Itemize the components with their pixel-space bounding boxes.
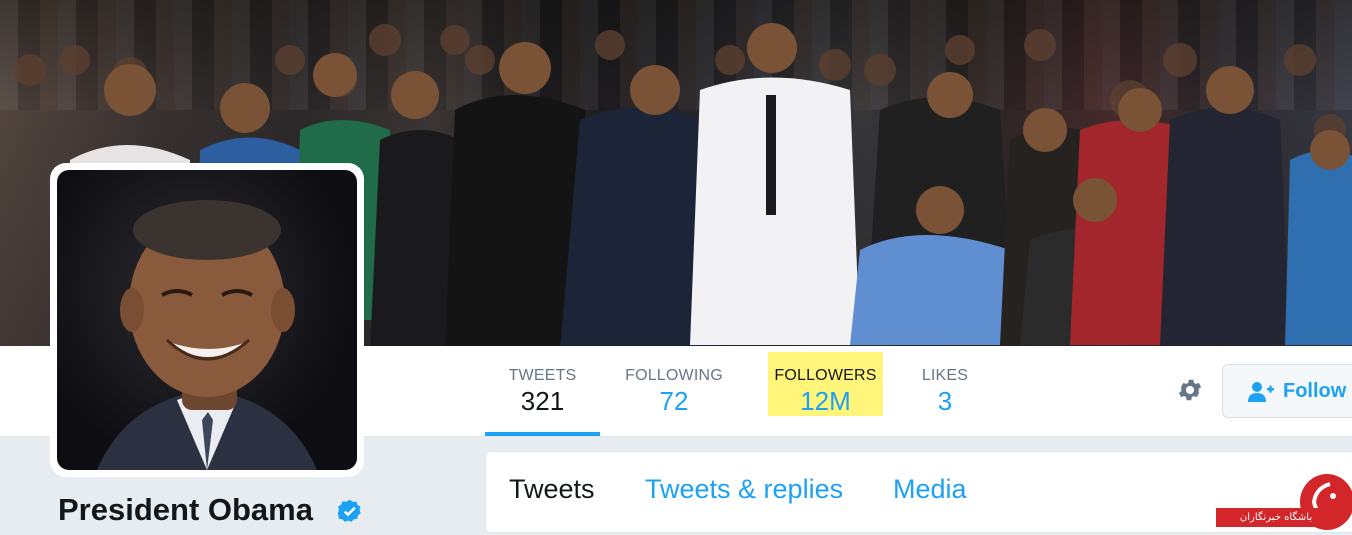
tab-media[interactable]: Media	[893, 474, 967, 505]
stat-following-value: 72	[659, 386, 689, 416]
profile-name[interactable]: President Obama	[58, 492, 313, 528]
stat-likes[interactable]: LIKES 3	[910, 346, 980, 436]
stat-likes-value: 3	[937, 386, 953, 416]
watermark-text: باشگاه خبرنگاران	[1216, 508, 1336, 527]
stat-likes-label: LIKES	[921, 367, 969, 384]
stat-followers-value: 12M	[800, 386, 851, 416]
gear-icon[interactable]	[1176, 376, 1204, 404]
stat-tweets-value: 321	[520, 386, 565, 416]
add-user-icon	[1247, 381, 1275, 403]
tab-tweets-and-replies[interactable]: Tweets & replies	[645, 474, 843, 505]
avatar[interactable]	[57, 170, 357, 470]
stat-tweets-label: TWEETS	[508, 367, 577, 384]
stat-followers-label: FOLLOWERS	[774, 367, 877, 384]
tab-tweets[interactable]: Tweets	[509, 474, 595, 505]
stat-tweets[interactable]: TWEETS 321	[485, 346, 600, 436]
stat-following-label: FOLLOWING	[625, 367, 723, 384]
follow-button[interactable]: Follow	[1222, 364, 1352, 418]
stat-followers[interactable]: FOLLOWERS 12M	[768, 346, 883, 436]
stat-following[interactable]: FOLLOWING 72	[612, 346, 736, 436]
follow-button-label: Follow	[1283, 380, 1347, 402]
verified-badge-icon	[336, 498, 364, 526]
